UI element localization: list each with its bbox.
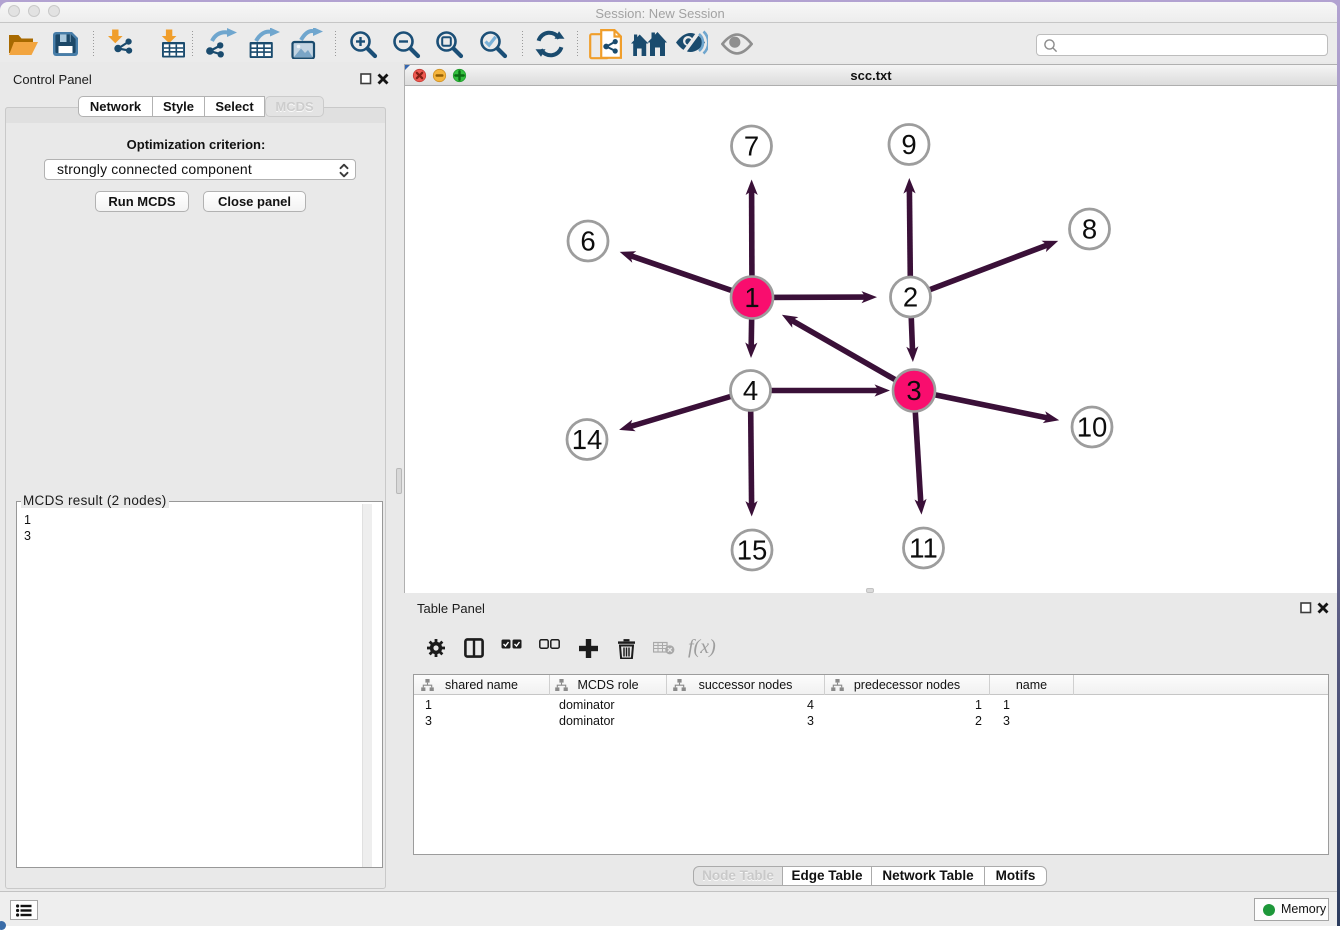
- svg-text:9: 9: [901, 129, 916, 160]
- svg-text:14: 14: [572, 424, 603, 455]
- svg-text:4: 4: [743, 375, 758, 406]
- svg-text:1: 1: [744, 282, 759, 313]
- svg-text:15: 15: [737, 535, 768, 566]
- svg-text:3: 3: [906, 375, 921, 406]
- svg-text:7: 7: [744, 131, 759, 162]
- svg-text:6: 6: [580, 226, 595, 257]
- svg-text:11: 11: [909, 533, 938, 564]
- svg-text:2: 2: [903, 282, 918, 313]
- svg-text:10: 10: [1077, 412, 1108, 443]
- svg-text:8: 8: [1082, 214, 1097, 245]
